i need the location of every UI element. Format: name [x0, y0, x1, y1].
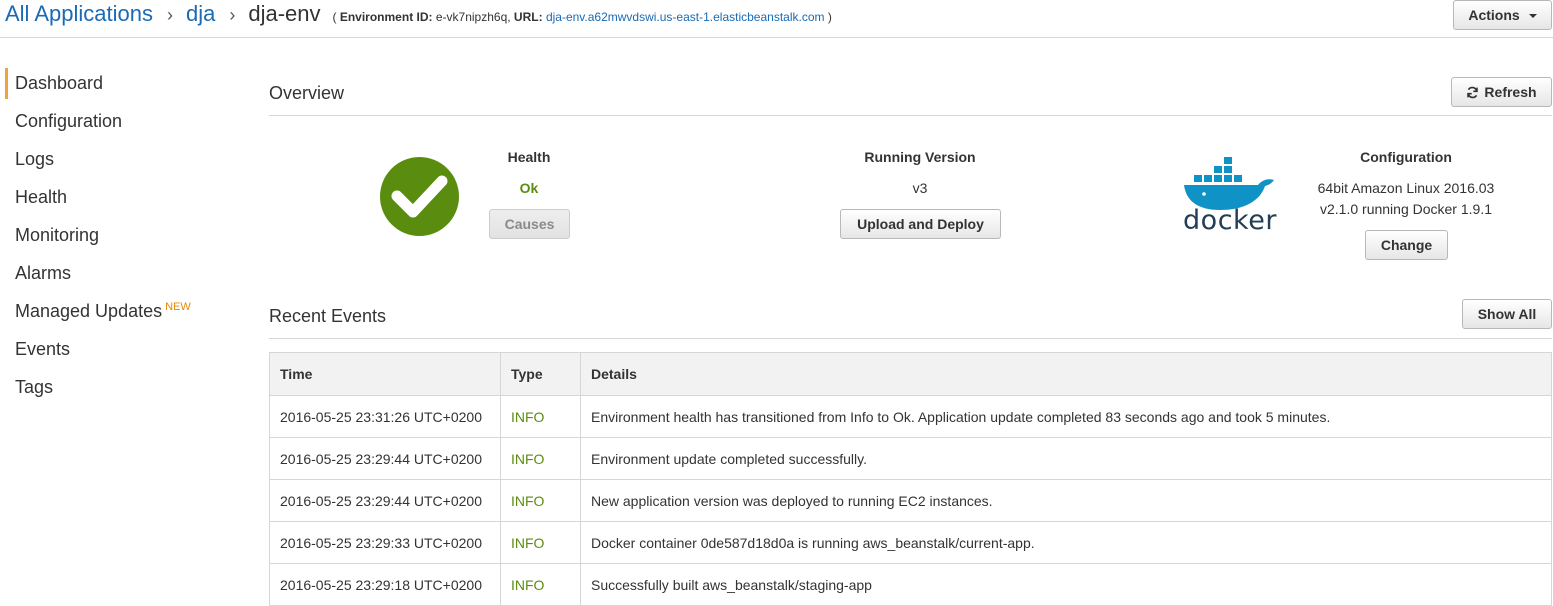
event-time: 2016-05-25 23:29:33 UTC+0200	[269, 521, 501, 564]
new-badge: NEW	[165, 301, 191, 313]
refresh-label: Refresh	[1484, 84, 1537, 100]
sidebar-item-label: Tags	[15, 377, 54, 397]
event-time: 2016-05-25 23:31:26 UTC+0200	[269, 395, 501, 438]
causes-label: Causes	[504, 216, 555, 232]
health-ok-check-icon	[380, 157, 459, 236]
column-header-type[interactable]: Type	[500, 352, 581, 396]
sidebar-item-label: Monitoring	[15, 225, 100, 245]
column-header-details[interactable]: Details	[580, 352, 1552, 396]
events-table: Time Type Details 2016-05-25 23:31:26 UT…	[269, 352, 1552, 606]
close-paren: )	[827, 10, 832, 24]
sidebar-item-label: Health	[15, 187, 68, 207]
event-details: Environment update completed successfull…	[580, 437, 1552, 480]
show-all-label: Show All	[1477, 306, 1537, 322]
sidebar-item-label: Configuration	[15, 111, 123, 131]
show-all-button[interactable]: Show All	[1462, 299, 1552, 329]
sidebar-item-configuration[interactable]: Configuration	[0, 104, 240, 142]
running-version-value: v3	[912, 180, 928, 196]
upload-and-deploy-label: Upload and Deploy	[857, 216, 984, 232]
table-row: 2016-05-25 23:31:26 UTC+0200 INFO Enviro…	[269, 395, 1552, 438]
open-paren: (	[332, 10, 337, 24]
breadcrumb-separator-icon: ›	[166, 5, 173, 25]
sidebar-item-alarms[interactable]: Alarms	[0, 256, 240, 294]
recent-events-title: Recent Events	[269, 306, 387, 326]
overview-divider	[269, 115, 1552, 116]
breadcrumb-application[interactable]: dja	[186, 1, 215, 27]
env-url-link[interactable]: dja-env.a62mwvdswi.us-east-1.elasticbean…	[546, 10, 825, 24]
health-status: Ok	[519, 180, 539, 196]
sidebar-item-label: Logs	[15, 149, 55, 169]
breadcrumb-all-applications[interactable]: All Applications	[5, 1, 153, 27]
sidebar-item-monitoring[interactable]: Monitoring	[0, 218, 240, 256]
event-time: 2016-05-25 23:29:44 UTC+0200	[269, 479, 501, 522]
docker-logo: docker	[1180, 155, 1280, 240]
causes-button[interactable]: Causes	[489, 209, 570, 239]
events-divider	[269, 338, 1552, 339]
event-details: Docker container 0de587d18d0a is running…	[580, 521, 1552, 564]
table-row: 2016-05-25 23:29:18 UTC+0200 INFO Succes…	[269, 563, 1552, 606]
sidebar-item-health[interactable]: Health	[0, 180, 240, 218]
event-time: 2016-05-25 23:29:18 UTC+0200	[269, 563, 501, 606]
change-configuration-button[interactable]: Change	[1365, 230, 1448, 260]
event-type: INFO	[500, 521, 581, 564]
sidebar-item-logs[interactable]: Logs	[0, 142, 240, 180]
event-type: INFO	[500, 437, 581, 480]
event-details: New application version was deployed to …	[580, 479, 1552, 522]
table-row: 2016-05-25 23:29:44 UTC+0200 INFO New ap…	[269, 479, 1552, 522]
breadcrumb: All Applications › dja › dja-env ( Envir…	[5, 1, 832, 29]
env-url-label: URL:	[513, 10, 543, 24]
docker-wordmark: docker	[1183, 205, 1277, 236]
caret-down-icon	[1528, 14, 1537, 18]
event-type: INFO	[500, 479, 581, 522]
sidebar-item-label: Events	[15, 339, 71, 359]
table-row: 2016-05-25 23:29:33 UTC+0200 INFO Docker…	[269, 521, 1552, 564]
breadcrumb-environment: dja-env	[248, 1, 321, 26]
breadcrumb-separator-icon: ›	[229, 5, 236, 25]
health-heading: Health	[507, 149, 551, 165]
column-header-time[interactable]: Time	[269, 352, 501, 396]
sidebar-item-label: Alarms	[15, 263, 72, 283]
configuration-heading: Configuration	[1360, 149, 1452, 165]
event-details: Environment health has transitioned from…	[580, 395, 1552, 438]
sidebar-item-managed-updates[interactable]: Managed Updates NEW	[0, 294, 240, 332]
actions-label: Actions	[1468, 7, 1520, 23]
running-version-heading: Running Version	[864, 149, 976, 165]
refresh-button[interactable]: Refresh	[1451, 77, 1552, 107]
configuration-platform-line2: v2.1.0 running Docker 1.9.1	[1320, 201, 1492, 217]
sidebar-item-label: Dashboard	[15, 73, 104, 93]
refresh-icon	[1467, 86, 1479, 98]
table-header-row: Time Type Details	[269, 352, 1552, 396]
event-time: 2016-05-25 23:29:44 UTC+0200	[269, 437, 501, 480]
environment-meta: ( Environment ID: e-vk7nipzh6q, URL: dja…	[333, 10, 832, 24]
actions-button[interactable]: Actions	[1453, 0, 1552, 30]
configuration-platform-line1: 64bit Amazon Linux 2016.03	[1317, 180, 1495, 196]
top-bar: All Applications › dja › dja-env ( Envir…	[0, 0, 1553, 38]
env-id-label: Environment ID:	[339, 10, 433, 24]
sidebar-nav: Dashboard Configuration Logs Health Moni…	[0, 66, 240, 408]
sidebar-item-label: Managed Updates	[15, 301, 163, 321]
upload-and-deploy-button[interactable]: Upload and Deploy	[840, 209, 1001, 239]
table-row: 2016-05-25 23:29:44 UTC+0200 INFO Enviro…	[269, 437, 1552, 480]
change-label: Change	[1380, 237, 1433, 253]
event-type: INFO	[500, 395, 581, 438]
event-type: INFO	[500, 563, 581, 606]
event-details: Successfully built aws_beanstalk/staging…	[580, 563, 1552, 606]
sidebar-item-tags[interactable]: Tags	[0, 370, 240, 408]
sidebar-item-events[interactable]: Events	[0, 332, 240, 370]
sidebar-item-dashboard[interactable]: Dashboard	[0, 66, 240, 104]
overview-title: Overview	[269, 83, 345, 103]
env-id-value: e-vk7nipzh6q,	[435, 10, 511, 24]
